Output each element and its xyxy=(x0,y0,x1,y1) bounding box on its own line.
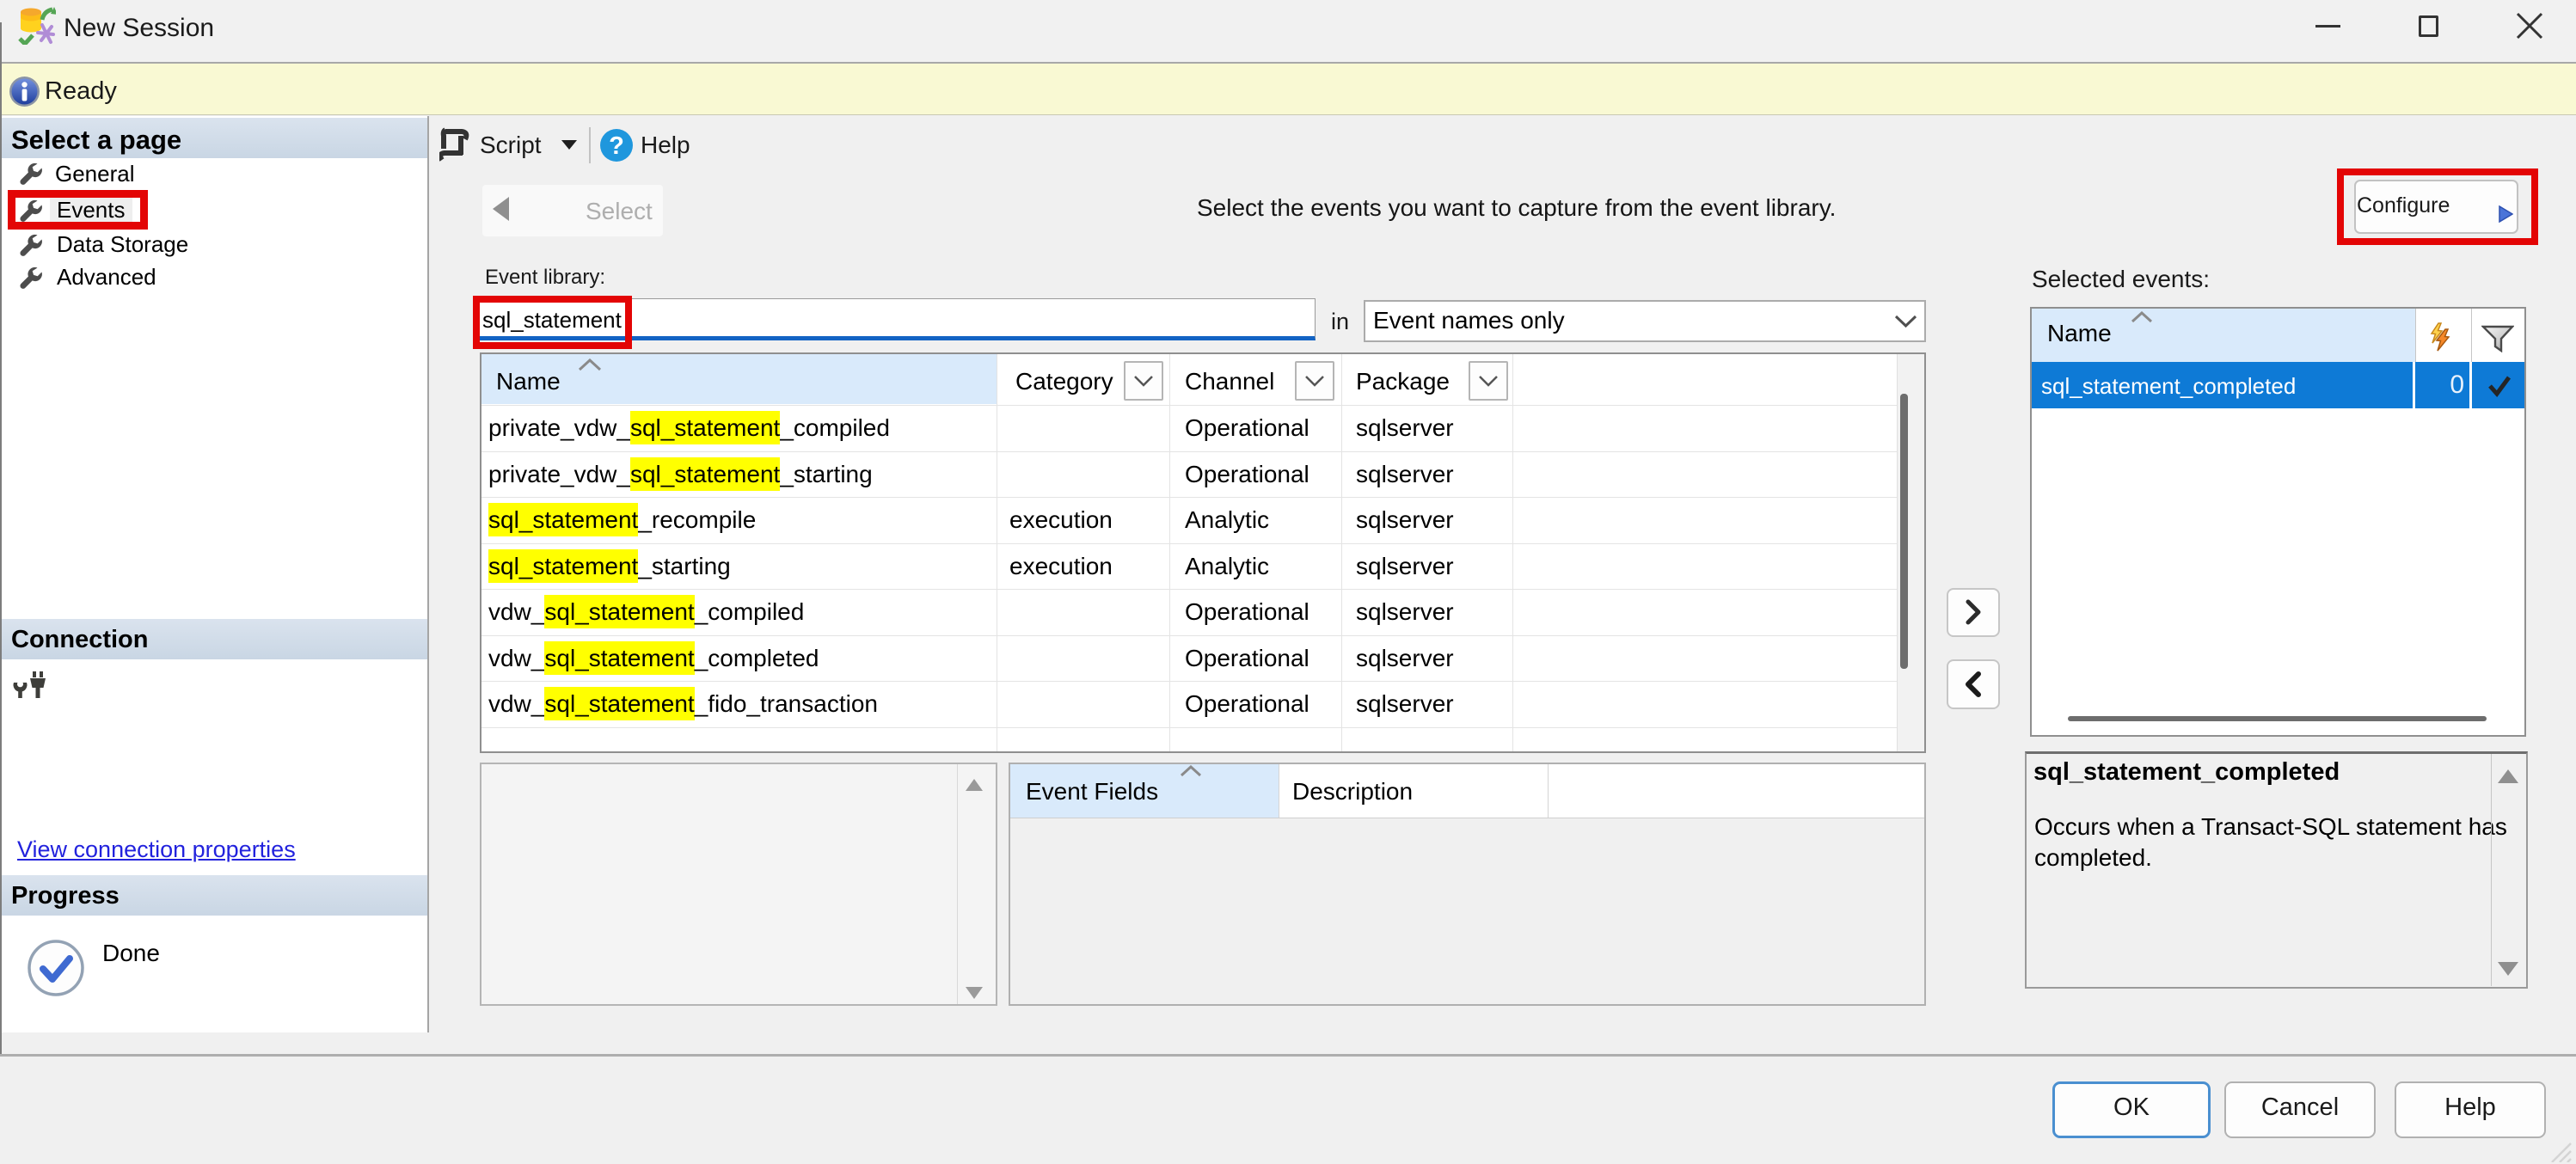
svg-text:?: ? xyxy=(609,132,624,160)
